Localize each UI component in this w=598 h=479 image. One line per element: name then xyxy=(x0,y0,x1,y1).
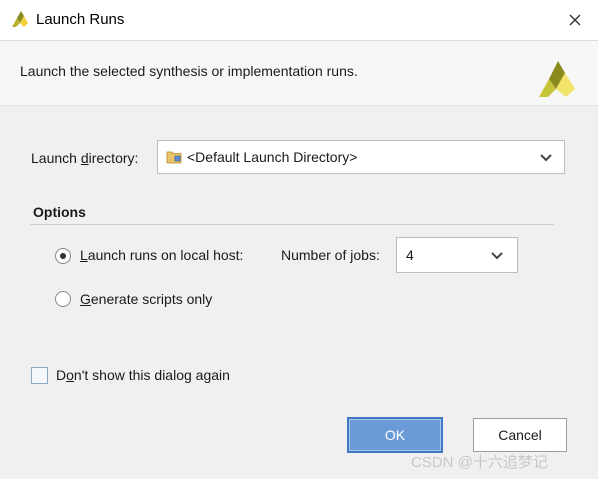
number-of-jobs-label: Number of jobs: xyxy=(281,247,380,263)
window-title: Launch Runs xyxy=(36,11,125,28)
close-icon[interactable] xyxy=(563,8,587,32)
dialog-description: Launch the selected synthesis or impleme… xyxy=(20,63,358,79)
ok-button[interactable]: OK xyxy=(347,417,443,453)
number-of-jobs-value: 4 xyxy=(406,247,414,263)
vivado-logo-icon xyxy=(539,61,575,97)
title-bar: Launch Runs xyxy=(0,0,598,40)
folder-icon xyxy=(166,151,182,164)
generate-scripts-radio[interactable] xyxy=(55,291,71,307)
radio-selected-dot xyxy=(60,253,66,259)
divider xyxy=(30,224,554,225)
cancel-button[interactable]: Cancel xyxy=(473,418,567,452)
launch-directory-value: <Default Launch Directory> xyxy=(187,149,358,165)
dont-show-again-label[interactable]: Don't show this dialog again xyxy=(56,367,230,383)
chevron-down-icon[interactable] xyxy=(490,251,504,261)
local-host-label[interactable]: Launch runs on local host: xyxy=(80,247,243,263)
options-heading: Options xyxy=(33,204,86,220)
chevron-down-icon[interactable] xyxy=(539,153,553,163)
number-of-jobs-dropdown[interactable]: 4 xyxy=(396,237,518,273)
local-host-radio[interactable] xyxy=(55,248,71,264)
vivado-logo-icon xyxy=(12,11,28,27)
dont-show-again-checkbox[interactable] xyxy=(31,367,48,384)
launch-directory-dropdown[interactable]: <Default Launch Directory> xyxy=(157,140,565,174)
generate-scripts-label[interactable]: Generate scripts only xyxy=(80,291,212,307)
watermark: CSDN @十六追梦记 xyxy=(411,454,548,471)
divider xyxy=(0,105,598,106)
launch-directory-label: Launch directory: xyxy=(31,150,139,166)
